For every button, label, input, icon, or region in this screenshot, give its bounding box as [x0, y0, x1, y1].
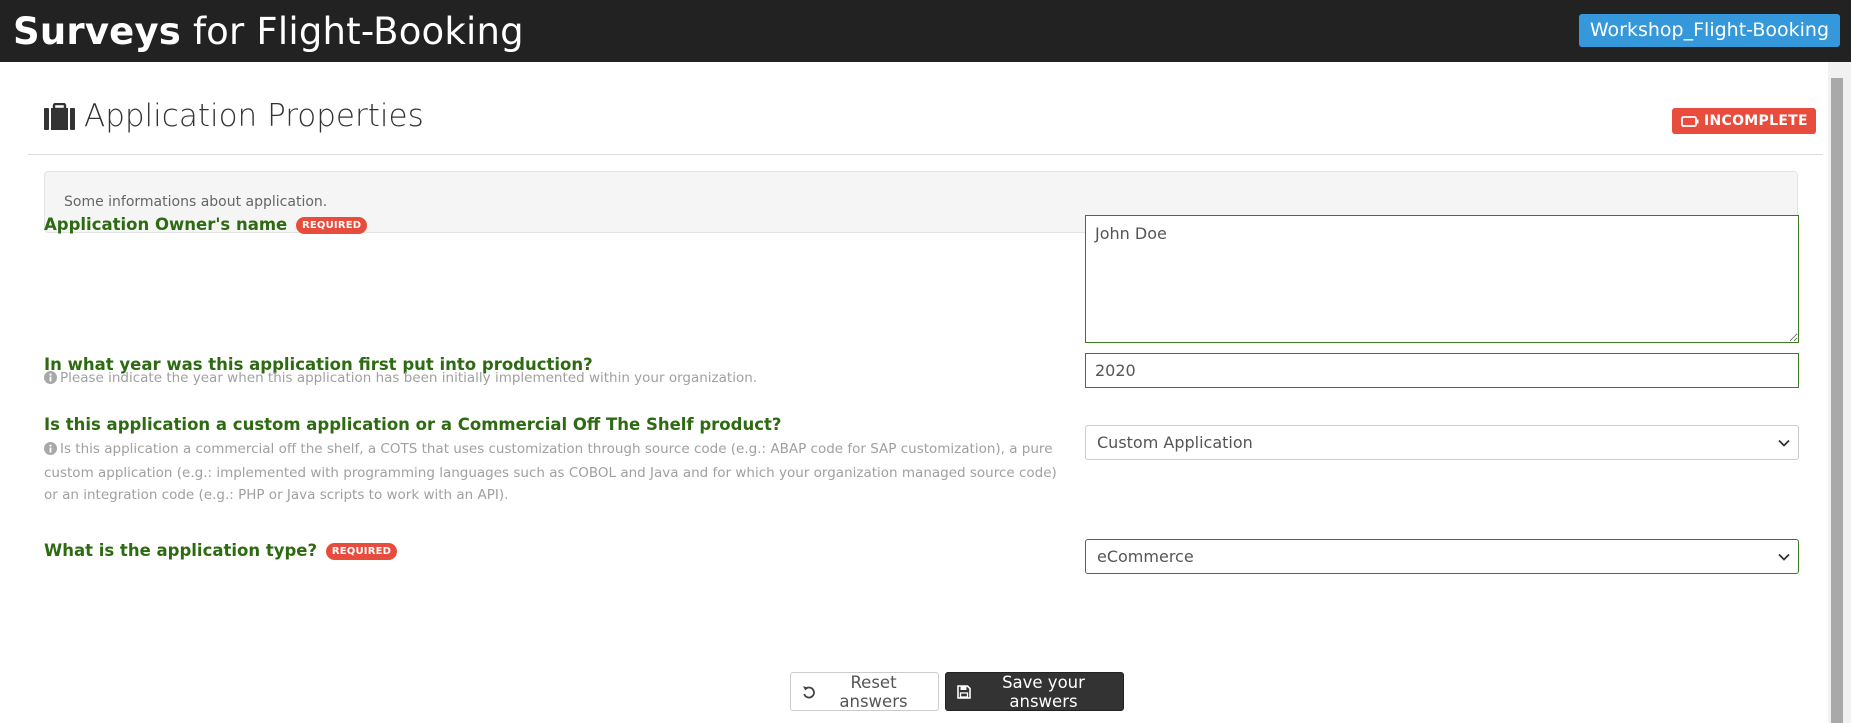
- production-year-input[interactable]: [1085, 353, 1799, 388]
- app-title-strong: Surveys: [13, 9, 181, 53]
- app-title: Surveys for Flight-Booking: [13, 10, 524, 53]
- status-badge-text: INCOMPLETE: [1704, 113, 1808, 129]
- required-badge: REQUIRED: [295, 217, 368, 234]
- scrollbar-thumb[interactable]: [1831, 78, 1843, 723]
- section-title-text: Application Properties: [84, 98, 424, 134]
- status-badge: INCOMPLETE: [1672, 108, 1816, 134]
- project-button[interactable]: Workshop_Flight-Booking: [1578, 13, 1840, 47]
- info-circle-icon: [44, 440, 57, 462]
- info-circle-icon: [44, 369, 57, 391]
- app-kind-select[interactable]: Custom Application: [1085, 425, 1799, 460]
- section-title: Application Properties: [44, 98, 424, 134]
- question-label-app-type: What is the application type? REQUIRED: [44, 541, 398, 560]
- question-text: What is the application type?: [44, 541, 318, 560]
- app-type-select-wrap: eCommerce: [1085, 539, 1799, 574]
- floppy-disk-icon: [957, 684, 971, 699]
- panel-header: Application Properties INCOMPLETE: [28, 62, 1823, 155]
- top-navbar: Surveys for Flight-Booking Workshop_Flig…: [0, 0, 1851, 62]
- required-badge: REQUIRED: [325, 543, 398, 560]
- save-answers-button[interactable]: Save your answers: [945, 672, 1124, 711]
- app-title-rest: for Flight-Booking: [181, 9, 524, 53]
- help-text: Is this application a commercial off the…: [44, 441, 1057, 503]
- reset-answers-button[interactable]: Reset answers: [790, 672, 939, 711]
- question-help-year: Please indicate the year when this appli…: [44, 367, 1064, 391]
- save-label: Save your answers: [1002, 672, 1085, 711]
- question-label-app-kind: Is this application a custom application…: [44, 415, 782, 434]
- help-text: Please indicate the year when this appli…: [60, 370, 758, 386]
- survey-panel: Application Properties INCOMPLETE Some i…: [28, 62, 1823, 723]
- question-help-app-kind: Is this application a commercial off the…: [44, 438, 1064, 506]
- briefcase-icon: [44, 102, 75, 130]
- reset-label: Reset answers: [839, 672, 908, 711]
- question-label-owner: Application Owner's name REQUIRED: [44, 215, 368, 234]
- app-kind-select-wrap: Custom Application: [1085, 425, 1799, 460]
- battery-empty-icon: [1681, 115, 1699, 127]
- owner-name-input[interactable]: John Doe: [1085, 215, 1799, 343]
- question-text: Application Owner's name: [44, 215, 288, 234]
- app-type-select[interactable]: eCommerce: [1085, 539, 1799, 574]
- undo-icon: [802, 685, 816, 699]
